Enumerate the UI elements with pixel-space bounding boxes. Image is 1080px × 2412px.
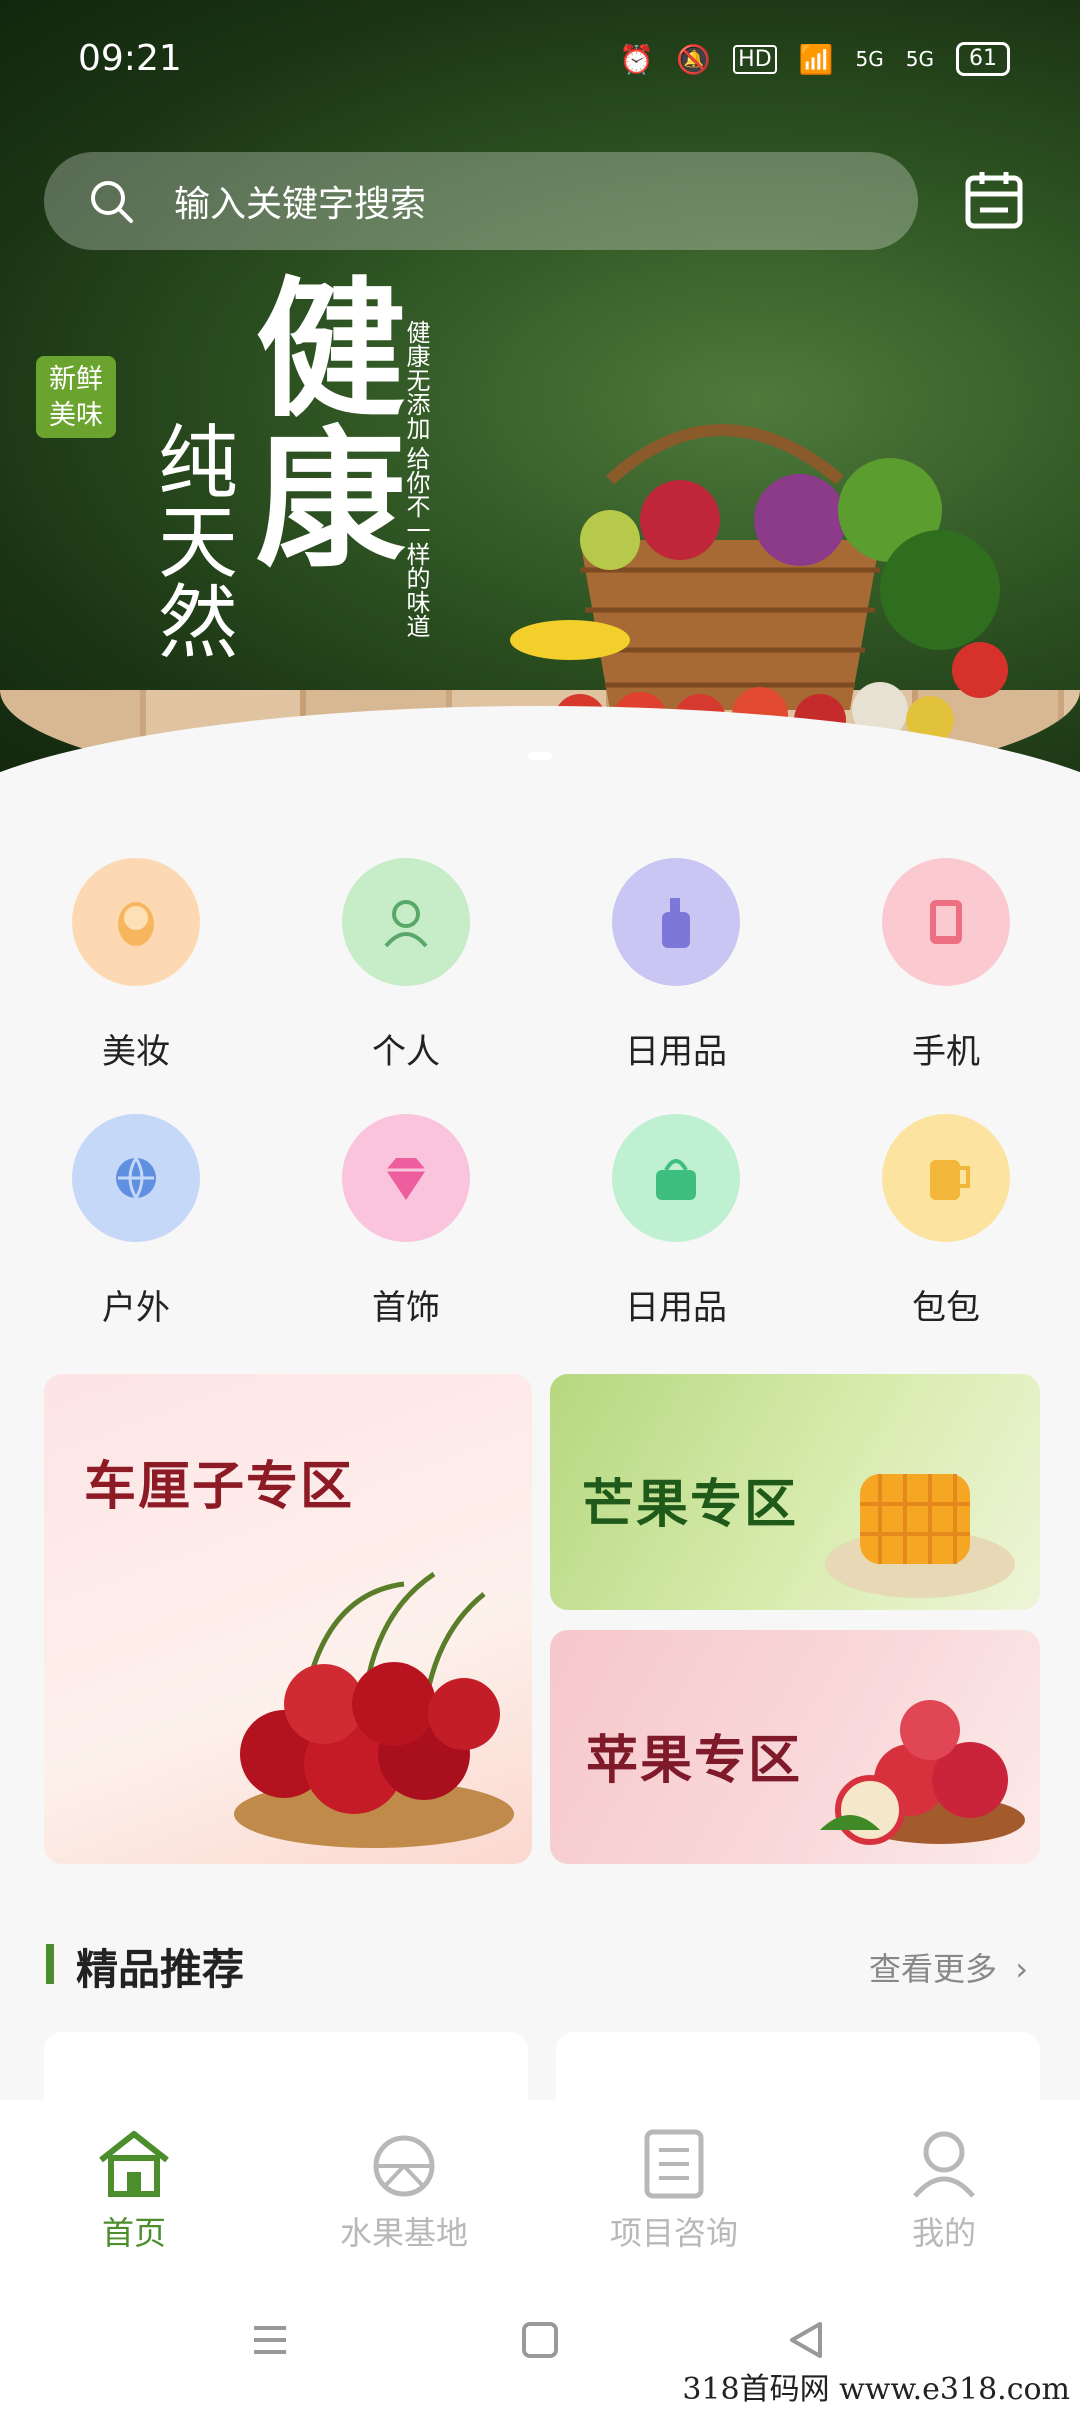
home-icon (99, 2131, 169, 2197)
person-icon (342, 858, 470, 986)
promo-mango-title: 芒果专区 (582, 1475, 799, 1535)
signal-icon-2: 5G (905, 47, 934, 71)
hero-subtitle-col2: 给你不一样的味道 (402, 446, 430, 638)
section-title: 精品推荐 (76, 1945, 245, 1994)
cherry-image (234, 1571, 514, 1848)
wifi-icon: 📶 (798, 42, 834, 76)
tab-consult[interactable]: 项目咨询 (574, 2128, 774, 2254)
back-icon[interactable] (786, 2320, 826, 2360)
category-label: 包包 (912, 1288, 980, 1328)
category-daily[interactable]: 日用品 (576, 858, 776, 1073)
category-bags[interactable]: 包包 (846, 1114, 1046, 1329)
calendar-icon[interactable] (962, 168, 1026, 232)
hero-subtitle-col1: 健康无添加 (402, 320, 430, 440)
tab-consult-label: 项目咨询 (609, 2214, 738, 2252)
user-icon (913, 2131, 975, 2198)
mango-image (825, 1474, 1015, 1598)
alarm-icon: ⏰ (619, 42, 655, 76)
promo-apple-title: 苹果专区 (586, 1731, 803, 1791)
diamond-icon (342, 1114, 470, 1242)
hero-title-natural: 纯天然 (145, 420, 238, 660)
category-label: 日用品 (625, 1032, 727, 1072)
home-nav-icon[interactable] (520, 2320, 560, 2360)
apple-image (820, 1700, 1025, 1845)
tab-fruit-base[interactable]: 水果基地 (304, 2128, 504, 2254)
category-outdoor[interactable]: 户外 (36, 1114, 236, 1329)
menu-icon[interactable] (250, 2320, 290, 2360)
category-personal[interactable]: 个人 (306, 858, 506, 1073)
category-jewelry[interactable]: 首饰 (306, 1114, 506, 1329)
status-bar: 09:21 ⏰ 🔕 HD 📶 5G 5G 61 (0, 0, 1080, 120)
cup-icon (882, 1114, 1010, 1242)
see-more-label: 查看更多 (869, 1950, 998, 1988)
category-beauty[interactable]: 美妆 (36, 858, 236, 1073)
category-label: 美妆 (102, 1032, 170, 1072)
promo-cherry[interactable]: 车厘子专区 (44, 1374, 532, 1864)
category-label: 手机 (912, 1032, 980, 1072)
search-placeholder: 输入关键字搜索 (174, 184, 427, 225)
fruit-icon (373, 2135, 435, 2197)
section-accent-bar (46, 1944, 54, 1984)
hero-subtitle: 健康无添加 给你不一样的味道 (400, 320, 432, 638)
tab-fruit-base-label: 水果基地 (339, 2214, 468, 2252)
tab-mine[interactable]: 我的 (844, 2128, 1044, 2254)
category-label: 个人 (372, 1032, 440, 1072)
bottle-icon (612, 858, 740, 986)
fresh-badge: 新鲜 美味 (36, 356, 116, 438)
status-icons: ⏰ 🔕 HD 📶 5G 5G 61 (619, 42, 1010, 76)
promo-cherry-title: 车厘子专区 (84, 1457, 355, 1517)
mute-icon: 🔕 (676, 42, 712, 76)
tab-home-label: 首页 (101, 2214, 166, 2252)
status-time: 09:21 (78, 38, 182, 79)
hero-title-health: 健康 (230, 270, 406, 570)
bag-icon (612, 1114, 740, 1242)
promo-apple[interactable]: 苹果专区 (550, 1630, 1040, 1864)
search-icon (91, 181, 133, 223)
hd-icon: HD (733, 44, 777, 74)
tab-mine-label: 我的 (911, 2214, 976, 2252)
watermark: 318首码网 www.e318.com (682, 2372, 1070, 2407)
bottom-tab-bar: 首页 水果基地 项目咨询 我的 (0, 2100, 1080, 2280)
signal-icon: 5G (855, 47, 884, 71)
chevron-right-icon: › (1015, 1950, 1028, 1988)
promo-mango[interactable]: 芒果专区 (550, 1374, 1040, 1610)
list-icon (644, 2129, 704, 2199)
category-daily-2[interactable]: 日用品 (576, 1114, 776, 1329)
search-bar[interactable]: 输入关键字搜索 (44, 152, 918, 250)
beauty-icon (72, 858, 200, 986)
badge-line-2: 美味 (49, 400, 103, 431)
see-more-link[interactable]: 查看更多 › (869, 1944, 1028, 1990)
badge-line-1: 新鲜 (49, 364, 103, 395)
category-label: 日用品 (625, 1288, 727, 1328)
tab-home[interactable]: 首页 (34, 2128, 234, 2254)
carousel-indicator (528, 752, 552, 760)
category-phone[interactable]: 手机 (846, 858, 1046, 1073)
category-label: 首饰 (372, 1288, 440, 1328)
phone-icon (882, 858, 1010, 986)
category-label: 户外 (102, 1288, 170, 1328)
globe-icon (72, 1114, 200, 1242)
battery-icon: 61 (956, 42, 1010, 76)
system-nav-bar: 318首码网 www.e318.com (0, 2280, 1080, 2412)
hero-banner[interactable]: 09:21 ⏰ 🔕 HD 📶 5G 5G 61 输入关键字搜索 新鲜 美味 健康… (0, 0, 1080, 800)
